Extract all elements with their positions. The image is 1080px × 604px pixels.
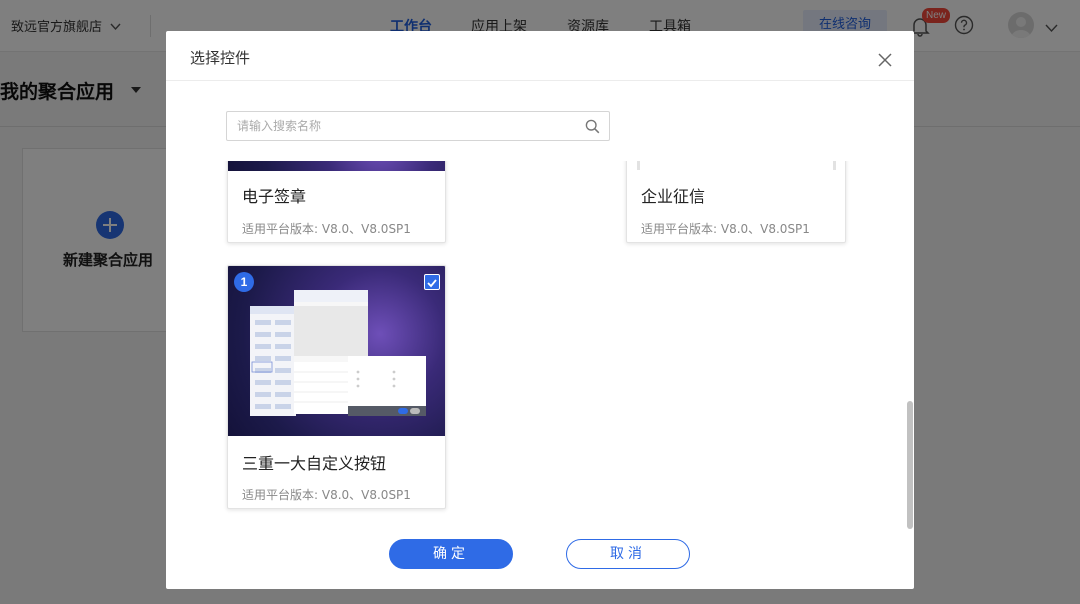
- card-thumbnail: [637, 161, 837, 172]
- search-field: [226, 111, 610, 141]
- control-card-selected[interactable]: 1 三重一大自定义按钮 适用平台版本: V8.0、V8.0SP1: [227, 265, 446, 509]
- card-version: 适用平台版本: V8.0、V8.0SP1: [242, 222, 411, 236]
- card-title: 三重一大自定义按钮: [242, 454, 387, 473]
- card-version: 适用平台版本: V8.0、V8.0SP1: [641, 222, 810, 236]
- search-icon[interactable]: [585, 119, 600, 134]
- dialog-header: 选择控件: [166, 31, 914, 81]
- control-card[interactable]: 电子签章 适用平台版本: V8.0、V8.0SP1: [227, 161, 446, 243]
- cancel-button[interactable]: 取消: [566, 539, 690, 569]
- scrollbar-thumb[interactable]: [907, 401, 913, 529]
- search-input[interactable]: [237, 112, 577, 140]
- confirm-button[interactable]: 确定: [389, 539, 513, 569]
- card-version: 适用平台版本: V8.0、V8.0SP1: [242, 488, 411, 502]
- dialog-title: 选择控件: [190, 49, 251, 67]
- close-icon[interactable]: [876, 51, 894, 69]
- card-thumbnail: [228, 266, 445, 436]
- card-title: 电子签章: [242, 187, 307, 206]
- control-card[interactable]: 企业征信 适用平台版本: V8.0、V8.0SP1: [626, 161, 846, 243]
- check-icon: [427, 279, 437, 288]
- checkbox-checked[interactable]: [424, 274, 440, 290]
- app-preview-image: [250, 290, 426, 416]
- select-control-dialog: 选择控件 电子签章 适用平台版本: V8.0、V8.0SP1 企业征信 适用平台…: [166, 31, 914, 589]
- control-grid: 电子签章 适用平台版本: V8.0、V8.0SP1 企业征信 适用平台版本: V…: [166, 161, 914, 531]
- selection-order-badge: 1: [234, 272, 254, 292]
- card-title: 企业征信: [641, 187, 706, 206]
- card-thumbnail: [228, 161, 445, 171]
